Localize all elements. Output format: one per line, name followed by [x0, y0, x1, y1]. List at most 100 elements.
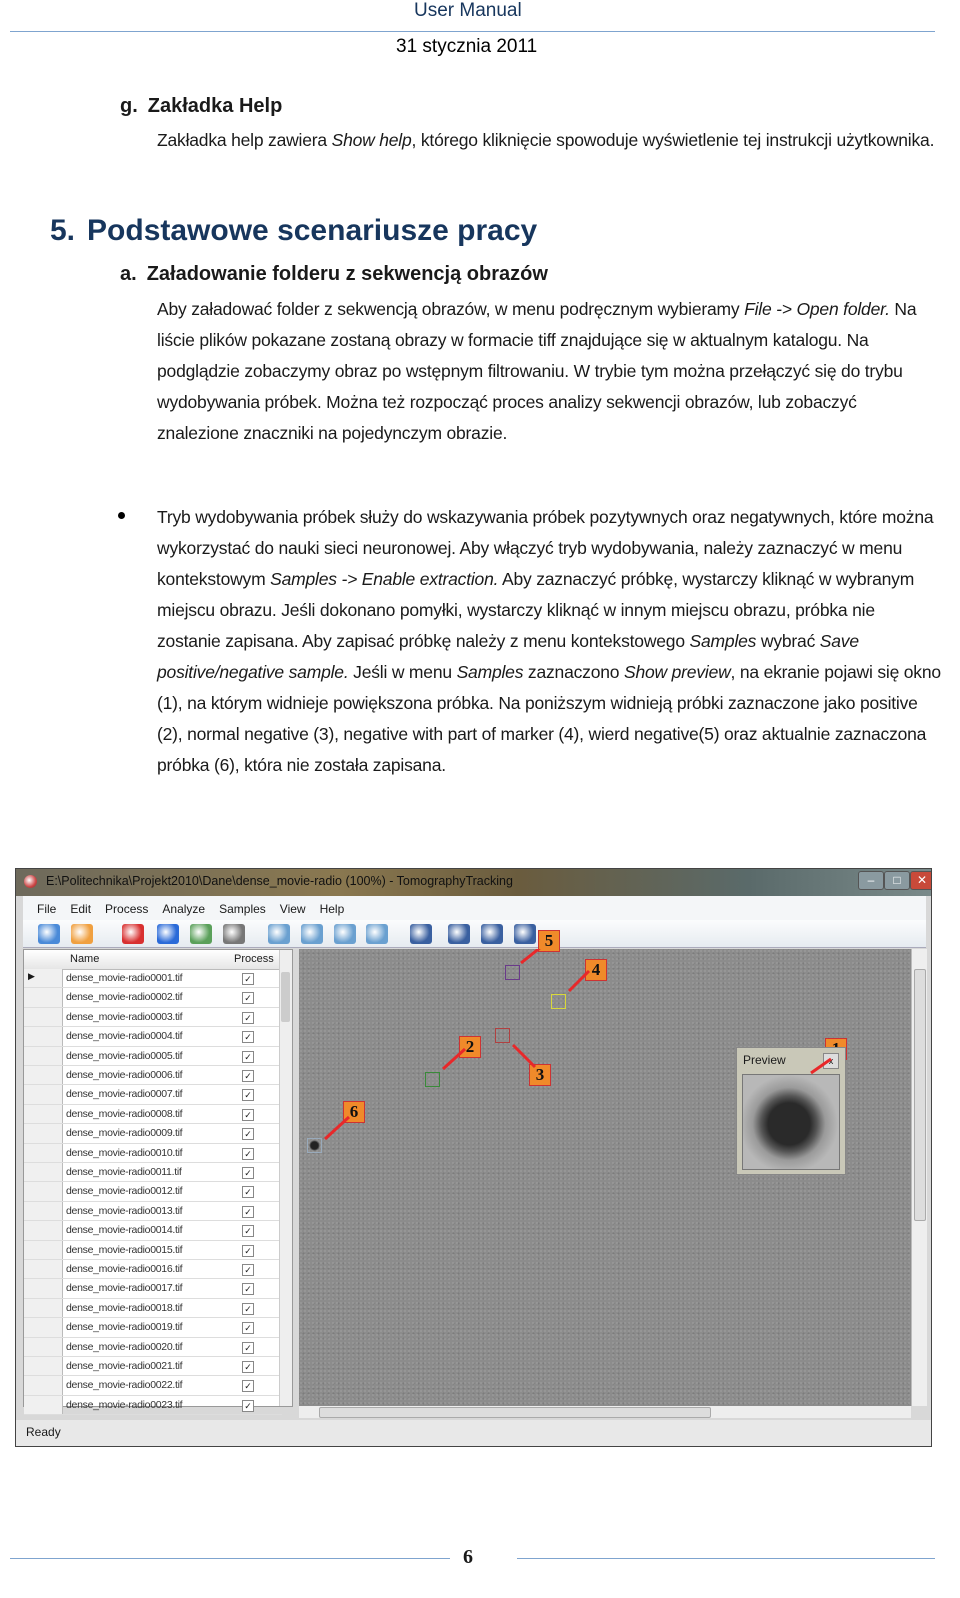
menu-process[interactable]: Process	[105, 902, 148, 916]
file-row[interactable]: dense_movie-radio0004.tif ✓	[24, 1027, 282, 1047]
image-horizontal-scrollbar[interactable]	[299, 1406, 911, 1418]
process-checkbox[interactable]: ✓	[242, 1361, 254, 1373]
file-list: Name Process ▶ dense_movie-radio0001.tif ✓…	[23, 949, 293, 1416]
arrow-4	[567, 969, 591, 993]
file-row[interactable]: dense_movie-radio0018.tif ✓	[24, 1298, 282, 1319]
process-checkbox[interactable]: ✓	[242, 1050, 254, 1063]
zoom-reset-icon[interactable]	[334, 924, 356, 944]
row-selector	[24, 1007, 63, 1027]
process-checkbox[interactable]: ✓	[242, 992, 254, 1005]
file-row[interactable]: dense_movie-radio0009.tif ✓	[24, 1124, 282, 1144]
maximize-button[interactable]: □	[884, 871, 910, 890]
process-checkbox[interactable]: ✓	[242, 1205, 254, 1218]
file-row[interactable]: dense_movie-radio0005.tif ✓	[24, 1046, 282, 1066]
process-checkbox[interactable]: ✓	[242, 1128, 254, 1141]
section-g-heading: g. Zakładka Help	[120, 95, 292, 118]
file-row[interactable]: dense_movie-radio0012.tif ✓	[24, 1182, 282, 1202]
file-name: dense_movie-radio0021.tif	[66, 1360, 183, 1372]
file-row[interactable]: dense_movie-radio0007.tif ✓	[24, 1085, 282, 1105]
italic-term: Samples	[689, 631, 757, 651]
file-name: dense_movie-radio0011.tif	[66, 1166, 182, 1178]
file-row[interactable]: dense_movie-radio0020.tif ✓	[24, 1337, 282, 1357]
process-checkbox[interactable]: ✓	[242, 1322, 254, 1335]
process-checkbox[interactable]: ✓	[242, 1341, 254, 1354]
menu-edit[interactable]: Edit	[70, 902, 91, 916]
file-row[interactable]: dense_movie-radio0022.tif ✓	[24, 1376, 282, 1396]
italic-term: Samples -> Enable extraction.	[270, 569, 499, 589]
row-selector	[24, 1182, 63, 1201]
process-checkbox[interactable]: ✓	[242, 1011, 254, 1024]
file-row[interactable]: dense_movie-radio0003.tif ✓	[24, 1007, 282, 1028]
process-checkbox[interactable]: ✓	[242, 1264, 254, 1276]
open-folder-icon[interactable]	[38, 924, 60, 944]
text-segment: wybrać	[756, 631, 820, 651]
file-row[interactable]: dense_movie-radio0016.tif ✓	[24, 1260, 282, 1280]
file-row[interactable]: dense_movie-radio0019.tif ✓	[24, 1318, 282, 1338]
process-checkbox[interactable]: ✓	[242, 1283, 254, 1296]
zoom-out-icon[interactable]	[301, 924, 323, 944]
process-checkbox[interactable]: ✓	[242, 1244, 254, 1257]
process-checkbox[interactable]: ✓	[242, 1031, 254, 1044]
save-purple-icon[interactable]	[514, 924, 536, 944]
file-row[interactable]: dense_movie-radio0021.tif ✓	[24, 1357, 282, 1377]
process-checkbox[interactable]: ✓	[242, 1399, 254, 1412]
file-row[interactable]: dense_movie-radio0023.tif ✓	[24, 1395, 282, 1416]
toolbar	[23, 920, 926, 948]
file-row[interactable]: dense_movie-radio0002.tif ✓	[24, 988, 282, 1008]
process-checkbox[interactable]: ✓	[242, 1089, 254, 1102]
process-checkbox[interactable]: ✓	[242, 1108, 254, 1121]
section-a-title: Załadowanie folderu z sekwencją obrazów	[146, 263, 548, 285]
column-name[interactable]: Name	[70, 953, 99, 965]
checker-icon[interactable]	[122, 924, 144, 944]
save-red-icon[interactable]	[448, 924, 470, 944]
process-checkbox[interactable]: ✓	[242, 1225, 254, 1238]
file-row[interactable]: dense_movie-radio0014.tif ✓	[24, 1221, 282, 1241]
process-checkbox[interactable]: ✓	[242, 1147, 254, 1160]
file-row[interactable]: dense_movie-radio0011.tif ✓	[24, 1163, 282, 1183]
menu-samples[interactable]: Samples	[219, 902, 266, 916]
menu-analyze[interactable]: Analyze	[162, 902, 205, 916]
edit-image-icon[interactable]	[190, 924, 212, 944]
image-vertical-scrollbar[interactable]	[911, 949, 927, 1406]
process-checkbox[interactable]: ✓	[242, 1167, 254, 1179]
file-row[interactable]: dense_movie-radio0008.tif ✓	[24, 1104, 282, 1125]
process-checkbox[interactable]: ✓	[242, 1070, 254, 1082]
brain-icon[interactable]	[223, 924, 245, 944]
minimize-button[interactable]: –	[858, 871, 884, 890]
process-checkbox[interactable]: ✓	[242, 1302, 254, 1315]
column-process[interactable]: Process	[234, 953, 274, 965]
menu-file[interactable]: File	[37, 902, 56, 916]
play-icon[interactable]	[157, 924, 179, 944]
image-preview-area[interactable]: 5 4 2 3 6 1 Preview x	[299, 930, 911, 1406]
close-button[interactable]: ✕	[910, 871, 931, 890]
file-row[interactable]: dense_movie-radio0010.tif ✓	[24, 1143, 282, 1163]
process-checkbox[interactable]: ✓	[242, 973, 254, 985]
process-checkbox[interactable]: ✓	[242, 1186, 254, 1199]
section-5-number: 5.	[50, 214, 76, 247]
open-folder-add-icon[interactable]	[71, 924, 93, 944]
menu-help[interactable]: Help	[320, 902, 345, 916]
file-row[interactable]: dense_movie-radio0013.tif ✓	[24, 1201, 282, 1222]
app-screenshot: E:\Politechnika\Projekt2010\Dane\dense_m…	[15, 868, 932, 1447]
section-g-title: Zakładka Help	[147, 95, 283, 117]
row-selector	[24, 1298, 63, 1318]
zoom-fit-icon[interactable]	[366, 924, 388, 944]
zoom-in-icon[interactable]	[268, 924, 290, 944]
row-selector	[24, 1124, 63, 1143]
file-name: dense_movie-radio0023.tif	[66, 1398, 183, 1411]
process-checkbox[interactable]: ✓	[242, 1380, 254, 1393]
menu-view[interactable]: View	[280, 902, 306, 916]
arrow-6	[323, 1115, 351, 1141]
file-row[interactable]: dense_movie-radio0015.tif ✓	[24, 1240, 282, 1260]
list-scrollbar[interactable]	[279, 950, 292, 1406]
window-titlebar: E:\Politechnika\Projekt2010\Dane\dense_m…	[16, 869, 931, 896]
file-row[interactable]: dense_movie-radio0017.tif ✓	[24, 1279, 282, 1299]
file-row[interactable]: dense_movie-radio0006.tif ✓	[24, 1066, 282, 1086]
save-multicolor-icon[interactable]	[481, 924, 503, 944]
file-row[interactable]: ▶ dense_movie-radio0001.tif ✓	[24, 969, 282, 989]
row-selector	[24, 1260, 63, 1279]
file-name: dense_movie-radio0020.tif	[66, 1340, 183, 1353]
row-selector	[24, 1143, 63, 1162]
save-green-icon[interactable]	[410, 924, 432, 944]
text-segment: Na liście plików pokazane zostaną obrazy…	[157, 299, 917, 443]
